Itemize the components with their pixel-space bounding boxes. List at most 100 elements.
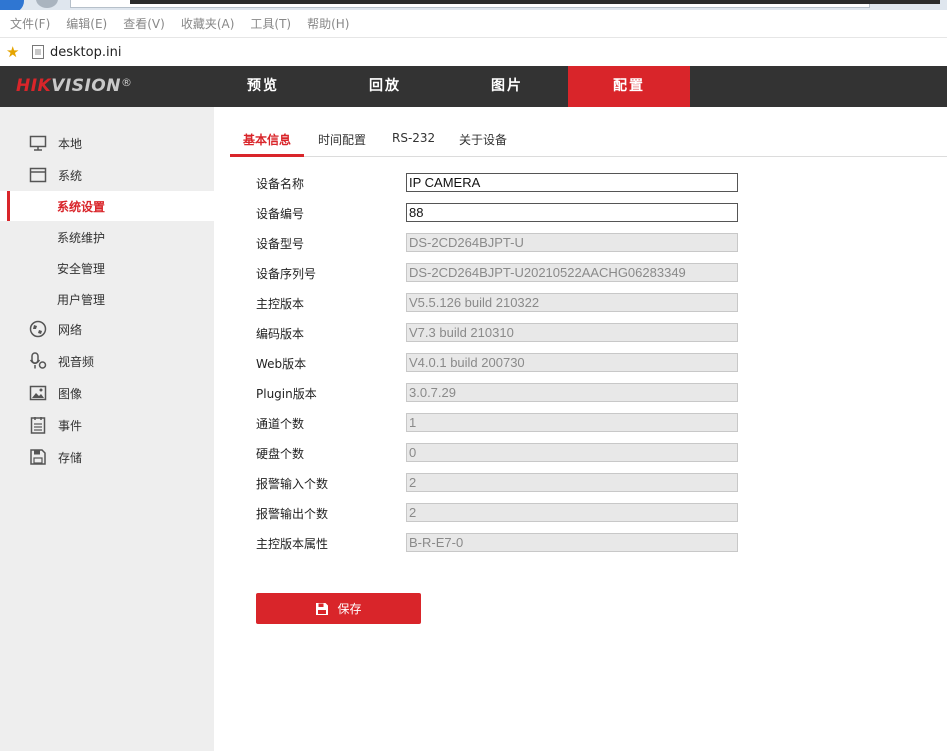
firmware-attribute-field: B-R-E7-0 — [406, 533, 738, 552]
browser-menubar: 文件(F) 编辑(E) 查看(V) 收藏夹(A) 工具(T) 帮助(H) — [0, 10, 947, 38]
save-button-label: 保存 — [337, 602, 362, 616]
field-label: 编码版本 — [256, 327, 305, 341]
sidebar-item-storage[interactable]: 存储 — [0, 442, 214, 472]
sidebar-item-event[interactable]: 事件 — [0, 410, 214, 440]
tab-rs232[interactable]: RS-232 — [392, 131, 435, 145]
form-row-firmware-attribute: 主控版本属性 B-R-E7-0 — [256, 533, 756, 553]
device-name-input[interactable]: IP CAMERA — [406, 173, 738, 192]
sidebar-item-label: 网络 — [58, 322, 83, 337]
form-row-channel-count: 通道个数 1 — [256, 413, 756, 433]
sidebar-item-label: 视音频 — [58, 354, 95, 369]
nav-picture[interactable]: 图片 — [446, 66, 568, 107]
sidebar-item-label: 本地 — [58, 136, 83, 151]
browser-border — [130, 0, 940, 4]
field-label: 主控版本 — [256, 297, 305, 311]
tab-about-device[interactable]: 关于设备 — [459, 131, 507, 148]
forward-button[interactable] — [36, 0, 58, 8]
field-label: Plugin版本 — [256, 387, 317, 401]
nav-preview[interactable]: 预览 — [202, 66, 324, 107]
back-button[interactable] — [0, 0, 24, 10]
encoding-version-field: V7.3 build 210310 — [406, 323, 738, 342]
sidebar-item-label: 事件 — [58, 418, 83, 433]
device-number-input[interactable]: 88 — [406, 203, 738, 222]
browser-top-strip — [0, 0, 947, 10]
sidebar-item-security[interactable]: 安全管理 — [0, 253, 214, 283]
sidebar-item-users[interactable]: 用户管理 — [0, 284, 214, 314]
sidebar-item-image[interactable]: 图像 — [0, 378, 214, 408]
form-row-web-version: Web版本 V4.0.1 build 200730 — [256, 353, 756, 373]
form-row-firmware-version: 主控版本 V5.5.126 build 210322 — [256, 293, 756, 313]
field-label: 设备型号 — [256, 237, 305, 251]
document-icon — [32, 45, 44, 59]
sidebar-item-system-maintenance[interactable]: 系统维护 — [0, 222, 214, 252]
sidebar-item-system[interactable]: 系统 — [0, 160, 214, 190]
favorite-link[interactable]: desktop.ini — [50, 45, 121, 60]
menu-file[interactable]: 文件(F) — [10, 15, 50, 32]
favorites-star-icon[interactable]: ★ — [6, 43, 24, 61]
globe-icon — [29, 320, 47, 338]
system-icon — [29, 167, 47, 183]
sidebar-item-label: 系统设置 — [57, 199, 106, 214]
form-row-encoding-version: 编码版本 V7.3 build 210310 — [256, 323, 756, 343]
nav-playback[interactable]: 回放 — [324, 66, 446, 107]
sidebar-item-system-settings[interactable]: 系统设置 — [0, 191, 214, 221]
sidebar-item-label: 系统维护 — [57, 230, 106, 245]
nav-configuration[interactable]: 配置 — [568, 66, 690, 107]
sidebar: 本地 系统 系统设置 系统维护 安全管理 用户管理 网络 视音频 图像 事件 存… — [0, 107, 214, 751]
field-label: 设备名称 — [256, 177, 305, 191]
config-tabs: 基本信息 时间配置 RS-232 关于设备 — [230, 107, 947, 157]
form-row-device-name: 设备名称 IP CAMERA — [256, 173, 756, 193]
tab-time-settings[interactable]: 时间配置 — [318, 131, 366, 148]
form-row-device-number: 设备编号 88 — [256, 203, 756, 223]
firmware-version-field: V5.5.126 build 210322 — [406, 293, 738, 312]
app-header: HIKVISION® 预览 回放 图片 配置 — [0, 66, 947, 107]
sidebar-item-label: 图像 — [58, 386, 83, 401]
main-nav: 预览 回放 图片 配置 — [202, 66, 690, 107]
image-icon — [29, 385, 47, 401]
web-version-field: V4.0.1 build 200730 — [406, 353, 738, 372]
floppy-disk-icon — [30, 449, 46, 465]
form-row-plugin-version: Plugin版本 3.0.7.29 — [256, 383, 756, 403]
menu-favorites[interactable]: 收藏夹(A) — [181, 15, 235, 32]
field-label: 通道个数 — [256, 417, 305, 431]
field-label: 报警输出个数 — [256, 507, 329, 521]
channel-count-field: 1 — [406, 413, 738, 432]
sidebar-item-network[interactable]: 网络 — [0, 314, 214, 344]
sidebar-item-label: 安全管理 — [57, 261, 106, 276]
form-row-serial-number: 设备序列号 DS-2CD264BJPT-U20210522AACHG062833… — [256, 263, 756, 283]
field-label: Web版本 — [256, 357, 307, 371]
menu-edit[interactable]: 编辑(E) — [66, 15, 107, 32]
field-label: 硬盘个数 — [256, 447, 305, 461]
sidebar-item-label: 存储 — [58, 450, 83, 465]
field-label: 设备序列号 — [256, 267, 317, 281]
save-icon — [316, 602, 329, 615]
menu-tools[interactable]: 工具(T) — [250, 15, 291, 32]
field-label: 报警输入个数 — [256, 477, 329, 491]
serial-number-field: DS-2CD264BJPT-U20210522AACHG06283349 — [406, 263, 738, 282]
form-row-alarm-input-count: 报警输入个数 2 — [256, 473, 756, 493]
form-row-alarm-output-count: 报警输出个数 2 — [256, 503, 756, 523]
form-row-device-model: 设备型号 DS-2CD264BJPT-U — [256, 233, 756, 253]
alarm-output-count-field: 2 — [406, 503, 738, 522]
save-button[interactable]: 保存 — [256, 593, 421, 624]
active-tab-indicator — [230, 154, 304, 157]
form-row-hdd-count: 硬盘个数 0 — [256, 443, 756, 463]
sidebar-item-label: 用户管理 — [57, 292, 106, 307]
menu-help[interactable]: 帮助(H) — [307, 15, 349, 32]
plugin-version-field: 3.0.7.29 — [406, 383, 738, 402]
tab-basic-info[interactable]: 基本信息 — [243, 131, 291, 148]
alarm-input-count-field: 2 — [406, 473, 738, 492]
favorites-bar: ★ desktop.ini — [0, 38, 947, 66]
menu-view[interactable]: 查看(V) — [123, 15, 165, 32]
sidebar-item-audio-video[interactable]: 视音频 — [0, 346, 214, 376]
sidebar-item-label: 系统 — [58, 168, 83, 183]
field-label: 设备编号 — [256, 207, 305, 221]
field-label: 主控版本属性 — [256, 537, 329, 551]
event-list-icon — [30, 417, 46, 434]
hikvision-logo: HIKVISION® — [16, 76, 133, 96]
hdd-count-field: 0 — [406, 443, 738, 462]
monitor-icon — [29, 135, 47, 151]
device-model-field: DS-2CD264BJPT-U — [406, 233, 738, 252]
microphone-icon — [29, 352, 47, 369]
sidebar-item-local[interactable]: 本地 — [0, 128, 214, 158]
